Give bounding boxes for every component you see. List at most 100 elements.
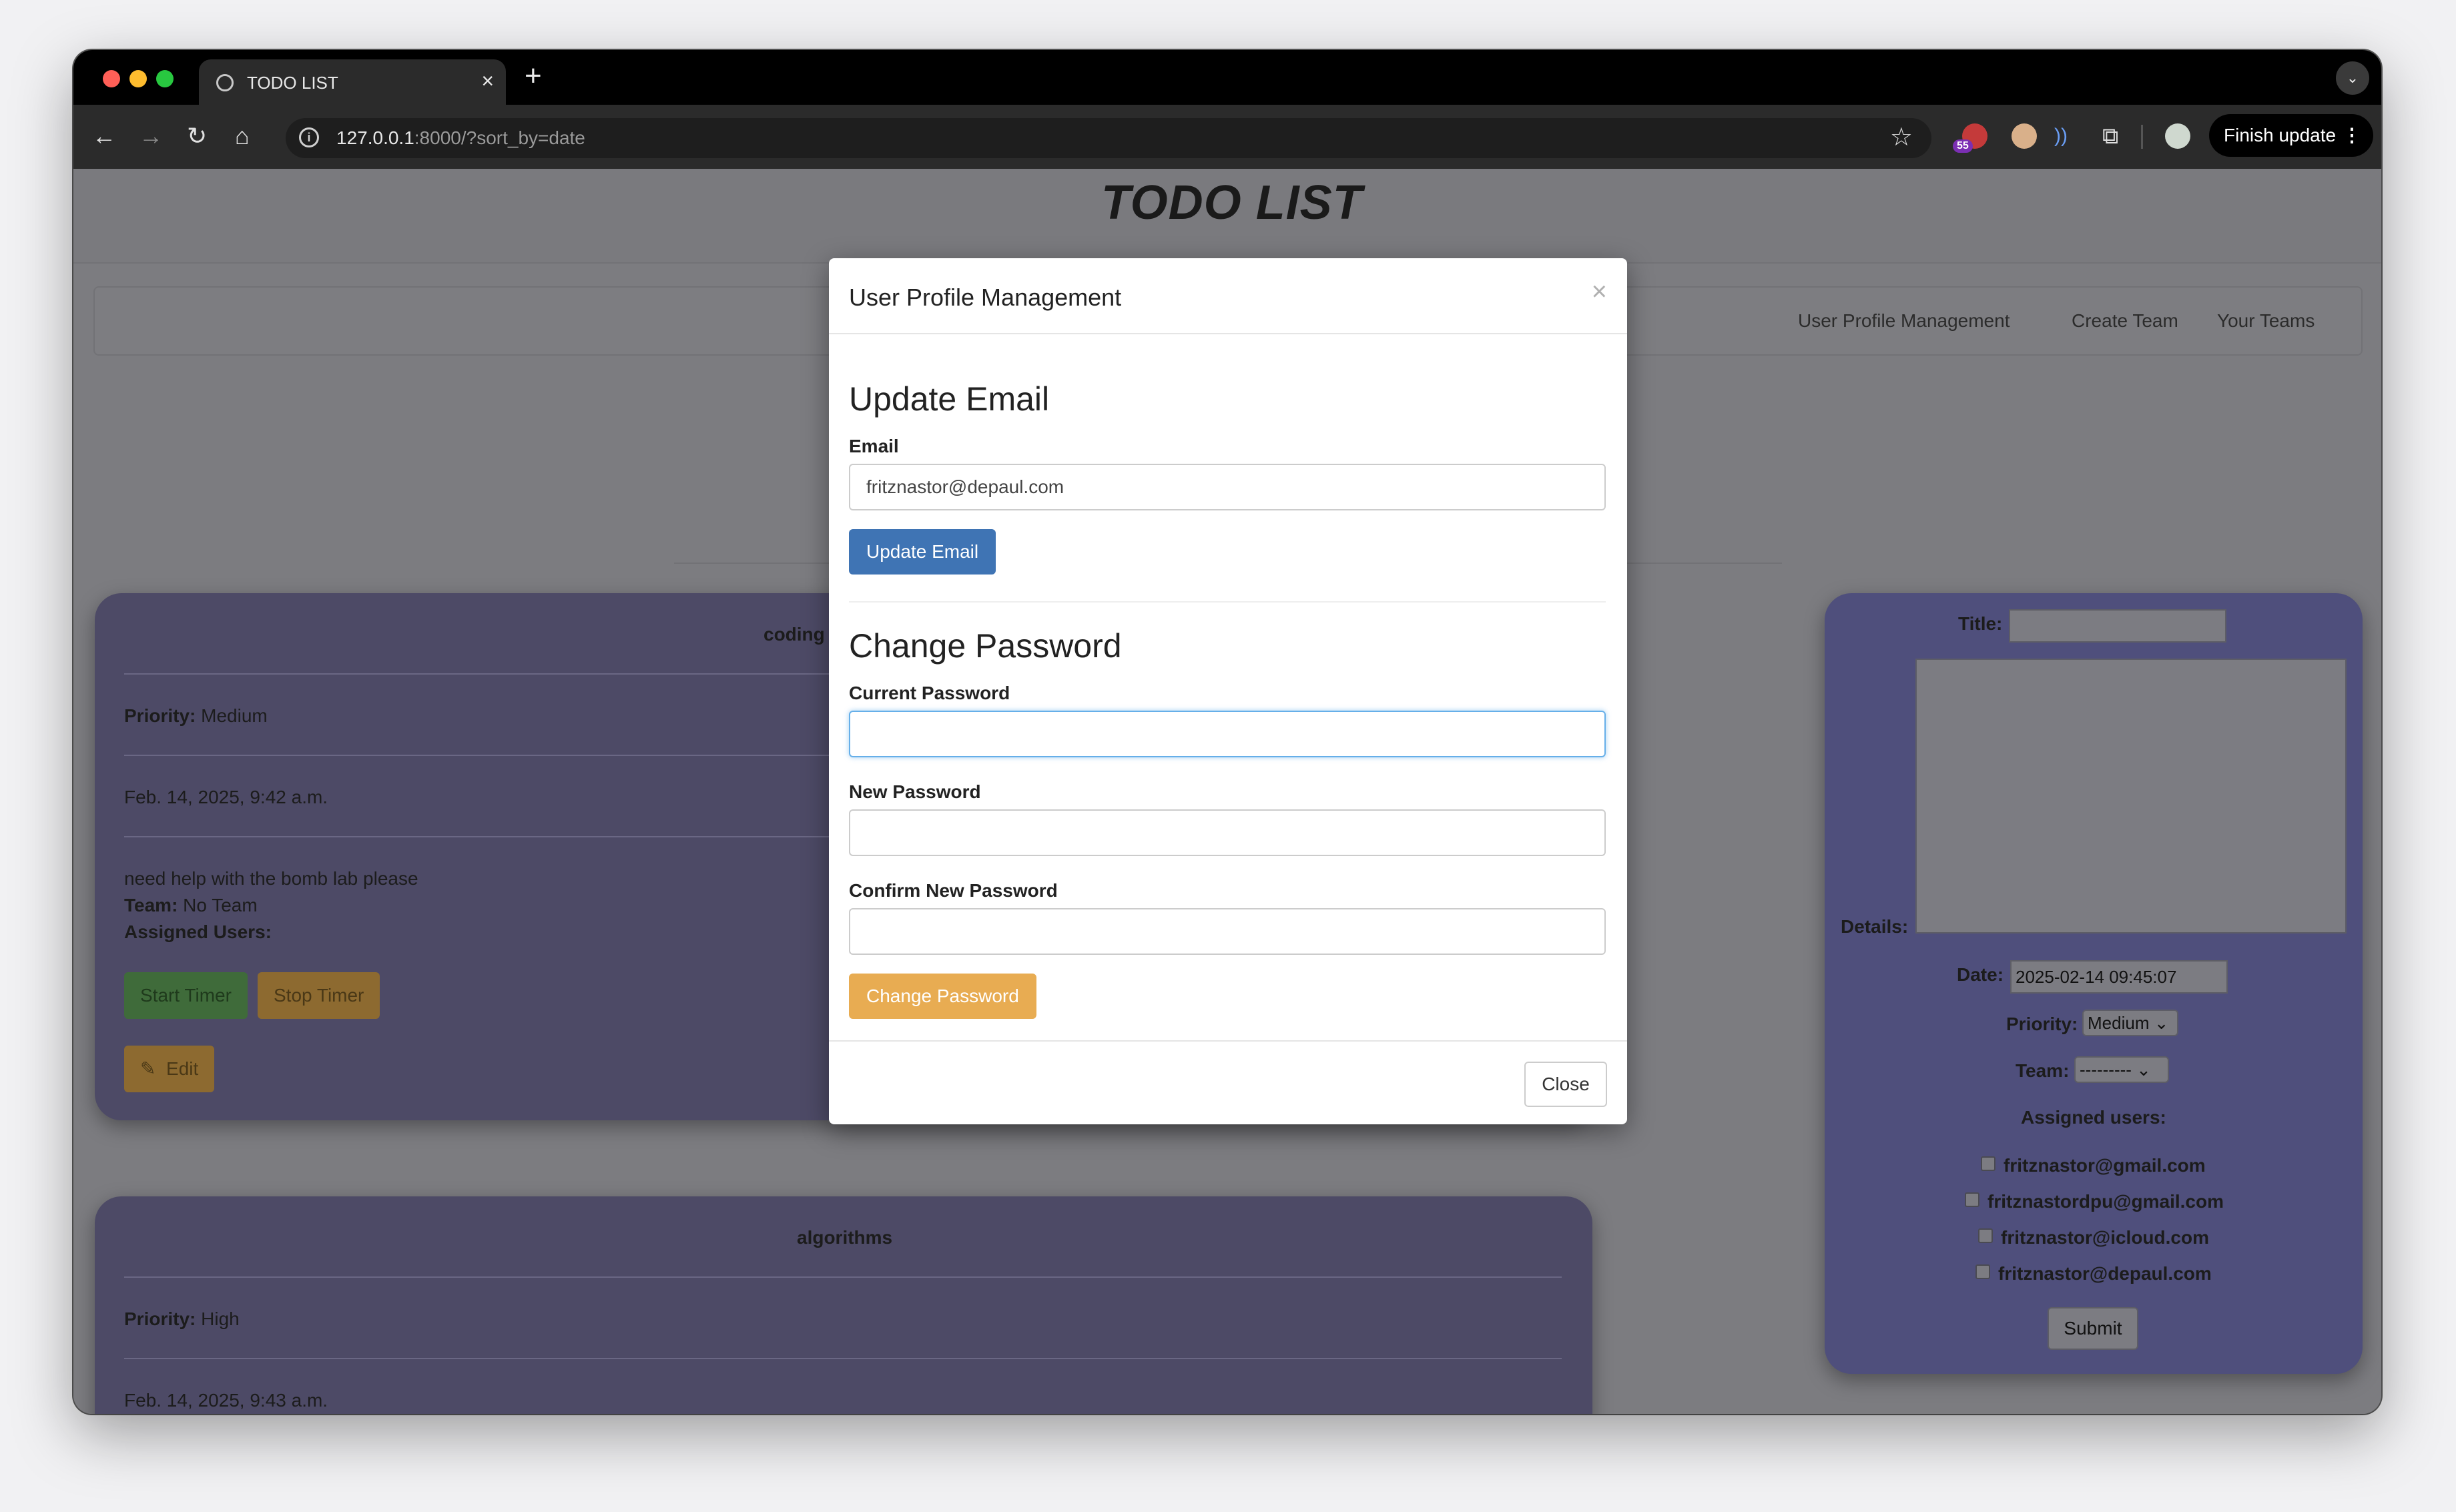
title-input[interactable] [2009,609,2226,643]
new-password-label: New Password [849,781,981,802]
bookmark-star-icon[interactable]: ☆ [1890,122,1913,152]
more-menu-icon[interactable]: ⋮ [2343,114,2361,157]
confirm-password-field[interactable] [849,908,1606,955]
assigned-users-label: Assigned Users: [124,921,272,942]
confirm-password-label: Confirm New Password [849,880,1058,901]
edit-label: Edit [166,1058,199,1079]
team-select[interactable]: --------- ⌄ [2074,1056,2169,1083]
url-host: 127.0.0.1 [336,127,414,148]
task-title: algorithms [797,1227,893,1248]
priority-value: High [201,1308,240,1329]
user-option: fritznastor@icloud.com [2001,1227,2209,1248]
profile-avatar[interactable] [2165,123,2190,149]
task-description: need help with the bomb lab please [124,868,418,889]
browser-tab[interactable]: TODO LIST × [199,59,506,105]
minimize-window-button[interactable] [129,70,147,87]
url-path: :8000/?sort_by=date [414,127,585,148]
assigned-users-label: Assigned users: [2021,1107,2166,1128]
task-team: Team: No Team [124,895,258,916]
globe-icon [216,74,234,91]
divider [124,1358,1562,1359]
user-option: fritznastor@gmail.com [2004,1155,2206,1176]
stop-timer-button[interactable]: Stop Timer [258,972,380,1019]
change-password-heading: Change Password [849,627,1122,665]
details-textarea[interactable] [1915,659,2347,933]
priority-label: Priority: [124,705,196,726]
team-value: No Team [183,895,258,915]
home-icon[interactable]: ⌂ [235,119,250,153]
maximize-window-button[interactable] [156,70,174,87]
close-window-button[interactable] [103,70,120,87]
user-checkbox[interactable] [1965,1192,1979,1207]
profile-modal: User Profile Management × Update Email E… [829,258,1627,1124]
date-label: Date: [1957,964,2004,985]
team-label: Team: [124,895,178,915]
email-label: Email [849,436,899,456]
nav-your-teams[interactable]: Your Teams [2217,310,2315,332]
task-date: Feb. 14, 2025, 9:42 a.m. [124,787,328,807]
new-tab-button[interactable]: + [525,59,542,93]
toolbar-divider [2141,125,2143,149]
change-password-button[interactable]: Change Password [849,974,1036,1019]
user-checkbox[interactable] [1978,1228,1993,1243]
create-task-form: Title: Details: Date: 2025-02-14 09:45:0… [1825,593,2363,1374]
modal-header-divider [829,333,1627,334]
current-password-field[interactable] [849,711,1606,757]
section-divider [849,601,1606,603]
task-title: coding [763,624,825,645]
tab-search-button[interactable]: ⌄ [2336,61,2369,95]
tab-close-icon[interactable]: × [481,69,494,93]
page-header: TODO LIST [73,169,2381,264]
new-password-field[interactable] [849,809,1606,856]
date-input[interactable]: 2025-02-14 09:45:07 [2010,960,2228,994]
divider [124,1276,1562,1278]
extension-badge: 55 [1953,139,1973,153]
priority-label: Priority: [124,1308,196,1329]
modal-title: User Profile Management [849,284,1122,311]
edit-button[interactable]: ✎ Edit [124,1046,215,1092]
pencil-icon: ✎ [140,1058,156,1079]
nav-user-profile[interactable]: User Profile Management [1798,310,2010,332]
page-viewport: TODO LIST User Profile Management Create… [73,169,2381,1414]
browser-toolbar: ← → ↻ ⌂ i 127.0.0.1:8000/?sort_by=date ☆… [73,105,2381,169]
task-card: algorithms Priority: High Feb. 14, 2025,… [95,1196,1592,1414]
user-option: fritznastor@depaul.com [1998,1263,2212,1284]
details-label: Details: [1841,916,1909,937]
nav-create-team[interactable]: Create Team [2072,310,2178,332]
update-email-button[interactable]: Update Email [849,529,996,575]
task-assigned-users: Assigned Users: [124,921,272,943]
chevron-down-icon: ⌄ [2154,1013,2169,1033]
chevron-down-icon: ⌄ [2136,1060,2151,1080]
user-checkbox[interactable] [1981,1156,1996,1171]
forward-arrow-icon[interactable]: → [139,119,163,153]
extension-face-icon[interactable] [2012,123,2037,149]
user-checkbox[interactable] [1975,1264,1990,1279]
email-field[interactable]: fritznastor@depaul.com [849,464,1606,510]
current-password-label: Current Password [849,683,1010,703]
priority-select-value: Medium [2088,1013,2150,1033]
priority-select[interactable]: Medium ⌄ [2082,1010,2178,1036]
start-timer-button[interactable]: Start Timer [124,972,248,1019]
task-date: Feb. 14, 2025, 9:43 a.m. [124,1390,328,1411]
site-info-icon[interactable]: i [299,127,319,147]
user-option: fritznastordpu@gmail.com [1987,1191,2224,1212]
reload-icon[interactable]: ↻ [187,119,207,153]
tab-title: TODO LIST [247,73,338,93]
finish-update-button[interactable]: Finish update ⋮ [2209,114,2373,157]
team-select-value: --------- [2080,1060,2132,1080]
puzzle-extensions-icon[interactable]: ⧉ [2102,119,2118,153]
close-icon[interactable]: × [1592,277,1607,307]
address-bar[interactable]: i 127.0.0.1:8000/?sort_by=date ☆ [286,118,1931,158]
task-priority: Priority: High [124,1308,240,1330]
browser-window: TODO LIST × + ⌄ ← → ↻ ⌂ i 127.0.0.1:8000… [73,50,2381,1414]
submit-button[interactable]: Submit [2048,1307,2138,1350]
finish-update-label: Finish update [2224,125,2337,145]
title-label: Title: [1958,613,2003,634]
modal-footer-divider [829,1040,1627,1042]
cast-icon[interactable]: )) [2054,119,2068,153]
team-label: Team: [2016,1060,2070,1081]
close-button[interactable]: Close [1524,1062,1607,1107]
back-arrow-icon[interactable]: ← [92,119,116,153]
priority-label: Priority: [2006,1014,2078,1034]
page-title: TODO LIST [1101,176,1363,230]
